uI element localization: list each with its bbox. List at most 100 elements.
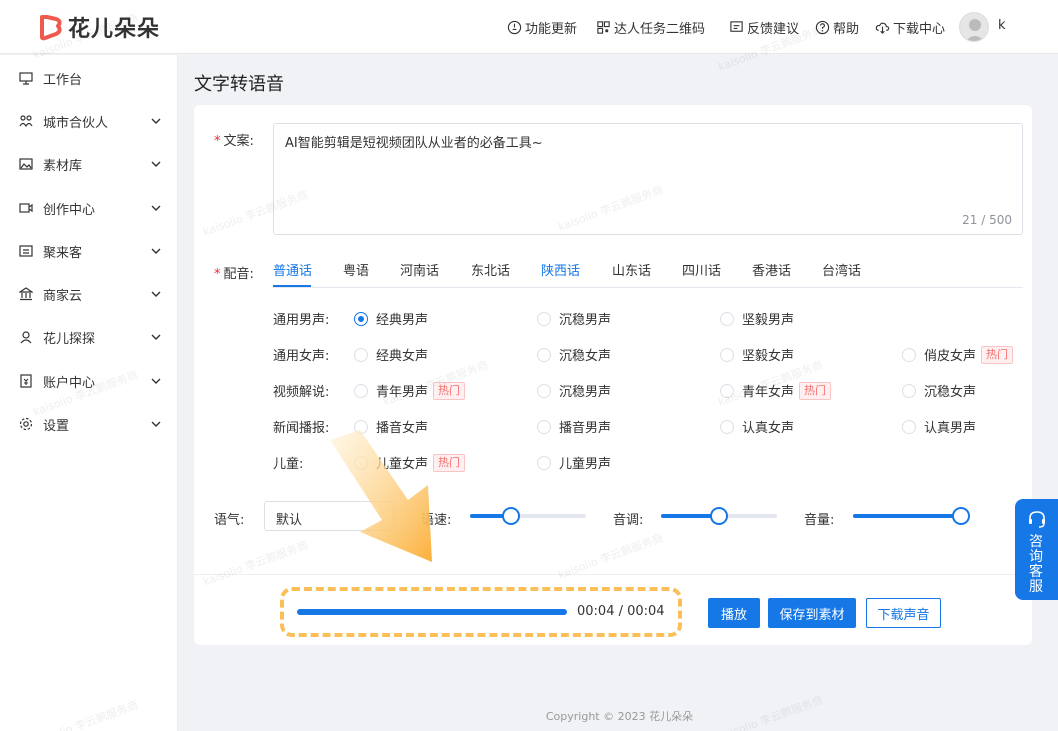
radio-voice[interactable]: 沉稳男声 (537, 381, 611, 400)
radio-dot[interactable] (720, 311, 734, 326)
radio-dot[interactable] (720, 383, 734, 398)
user-name[interactable]: k (998, 18, 1010, 33)
sidebar-item-label: 商家云 (43, 288, 83, 304)
radio-voice[interactable]: 播音女声 (354, 417, 428, 436)
sidebar-item-material-library[interactable]: 素材库 (0, 149, 178, 179)
radio-voice[interactable]: 坚毅女声 (720, 345, 794, 364)
radio-dot[interactable] (354, 419, 368, 434)
nav-help-label: 帮助 (833, 21, 860, 37)
tab-shaanxi[interactable]: 陕西话 (541, 260, 580, 279)
radio-dot[interactable] (537, 347, 551, 362)
play-button[interactable]: 播放 (708, 598, 760, 628)
radio-dot[interactable] (720, 347, 734, 362)
radio-voice[interactable]: 认真女声 (720, 417, 794, 436)
radio-dot[interactable] (354, 455, 368, 470)
group-label-male: 通用男声: (273, 313, 330, 328)
nav-feature-updates[interactable]: 功能更新 (507, 0, 577, 54)
sidebar-item-merchant-cloud[interactable]: 商家云 (0, 279, 178, 309)
sidebar-item-customer[interactable]: 聚来客 (0, 236, 178, 266)
volume-slider[interactable] (853, 507, 970, 525)
radio-voice[interactable]: 青年男声 热门 (354, 381, 466, 400)
customer-service-button[interactable]: 咨询客服 (1015, 499, 1058, 600)
radio-voice[interactable]: 沉稳女声 (537, 345, 611, 364)
pitch-slider[interactable] (661, 507, 777, 525)
radio-voice[interactable]: 坚毅男声 (720, 309, 794, 328)
hot-badge: 热门 (433, 381, 466, 400)
chevron-down-icon (151, 161, 161, 167)
account-icon (20, 374, 32, 388)
tab-sichuan[interactable]: 四川话 (682, 260, 721, 279)
radio-dot[interactable] (354, 347, 368, 362)
pitch-label: 音调: (613, 513, 644, 528)
slider-knob[interactable] (710, 507, 728, 525)
download-audio-button[interactable]: 下载声音 (866, 598, 941, 628)
radio-dot[interactable] (354, 383, 368, 398)
radio-dot[interactable] (902, 383, 916, 398)
tone-select[interactable]: 默认 (264, 501, 394, 531)
radio-voice[interactable]: 儿童女声 热门 (354, 453, 466, 472)
radio-voice[interactable]: 播音男声 (537, 417, 611, 436)
partner-icon (19, 115, 33, 128)
gear-icon (19, 417, 33, 431)
sidebar-item-city-partner[interactable]: 城市合伙人 (0, 106, 178, 136)
tone-value: 默认 (276, 513, 303, 528)
group-label-news: 新闻播报: (273, 421, 330, 436)
sidebar-item-settings[interactable]: 设置 (0, 409, 178, 439)
tone-label: 语气: (214, 513, 245, 528)
sidebar-item-account-center[interactable]: 账户中心 (0, 366, 178, 396)
sidebar-item-label: 账户中心 (43, 375, 96, 391)
tab-taiwan[interactable]: 台湾话 (822, 260, 861, 279)
tab-henan[interactable]: 河南话 (400, 260, 439, 279)
script-text[interactable]: AI智能剪辑是短视频团队从业者的必备工具~ (285, 132, 543, 151)
script-textarea[interactable]: AI智能剪辑是短视频团队从业者的必备工具~ 21 / 500 (273, 123, 1023, 235)
nav-feedback[interactable]: 反馈建议 (729, 0, 799, 54)
slider-knob[interactable] (501, 507, 520, 525)
radio-dot[interactable] (537, 311, 551, 326)
sidebar-item-label: 花儿探探 (43, 331, 96, 347)
sidebar-item-explore[interactable]: 花儿探探 (0, 322, 178, 352)
radio-voice[interactable]: 沉稳女声 (902, 381, 976, 400)
radio-voice[interactable]: 俏皮女声 热门 (902, 345, 1014, 364)
radio-voice[interactable]: 经典女声 (354, 345, 428, 364)
radio-voice[interactable]: 儿童男声 (537, 453, 611, 472)
tab-dongbei[interactable]: 东北话 (471, 260, 510, 279)
radio-dot[interactable] (354, 311, 368, 326)
nav-talent-qrcode[interactable]: 达人任务二维码 (596, 0, 705, 54)
nav-download-center[interactable]: 下载中心 (875, 0, 945, 54)
radio-dot[interactable] (720, 419, 734, 434)
video-icon (19, 203, 33, 213)
radio-dot[interactable] (537, 455, 551, 470)
speed-slider[interactable] (470, 507, 586, 525)
sidebar-item-label: 城市合伙人 (43, 115, 109, 131)
tab-mandarin[interactable]: 普通话 (273, 260, 312, 279)
slider-knob[interactable] (951, 507, 970, 525)
radio-dot[interactable] (902, 419, 916, 434)
sidebar-item-label: 创作中心 (43, 202, 96, 218)
chevron-down-icon (151, 205, 161, 211)
tab-hongkong[interactable]: 香港话 (752, 260, 791, 279)
radio-dot[interactable] (537, 383, 551, 398)
radio-voice[interactable]: 经典男声 (354, 309, 428, 328)
audio-progress-bar[interactable] (297, 609, 567, 615)
radio-dot[interactable] (902, 347, 916, 362)
sidebar-item-label: 工作台 (43, 72, 83, 88)
sidebar-item-workbench[interactable]: 工作台 (0, 63, 178, 93)
brand-logo[interactable]: 花儿朵朵 (36, 12, 160, 42)
tab-active-underline (273, 285, 311, 287)
save-to-material-button[interactable]: 保存到素材 (768, 598, 856, 628)
sidebar-item-label: 聚来客 (43, 245, 83, 261)
radio-dot[interactable] (537, 419, 551, 434)
tab-cantonese[interactable]: 粤语 (343, 260, 369, 279)
radio-voice[interactable]: 认真男声 (902, 417, 976, 436)
sidebar-item-creation-center[interactable]: 创作中心 (0, 193, 178, 223)
top-header: 花儿朵朵 功能更新 达人任务二维码 反馈建议 帮助 下载中心 k (0, 0, 1058, 54)
radio-voice[interactable]: 沉稳男声 (537, 309, 611, 328)
nav-feature-updates-label: 功能更新 (525, 21, 578, 37)
nav-help[interactable]: 帮助 (815, 0, 859, 54)
user-avatar[interactable] (959, 12, 989, 42)
radio-voice[interactable]: 青年女声 热门 (720, 381, 832, 400)
sidebar: 工作台 城市合伙人 素材库 创作中心 聚来客 商家云 花儿探探 账户中心 设置 (0, 55, 178, 731)
tab-shandong[interactable]: 山东话 (612, 260, 651, 279)
hot-badge: 热门 (799, 381, 832, 400)
feedback-icon (730, 20, 743, 32)
